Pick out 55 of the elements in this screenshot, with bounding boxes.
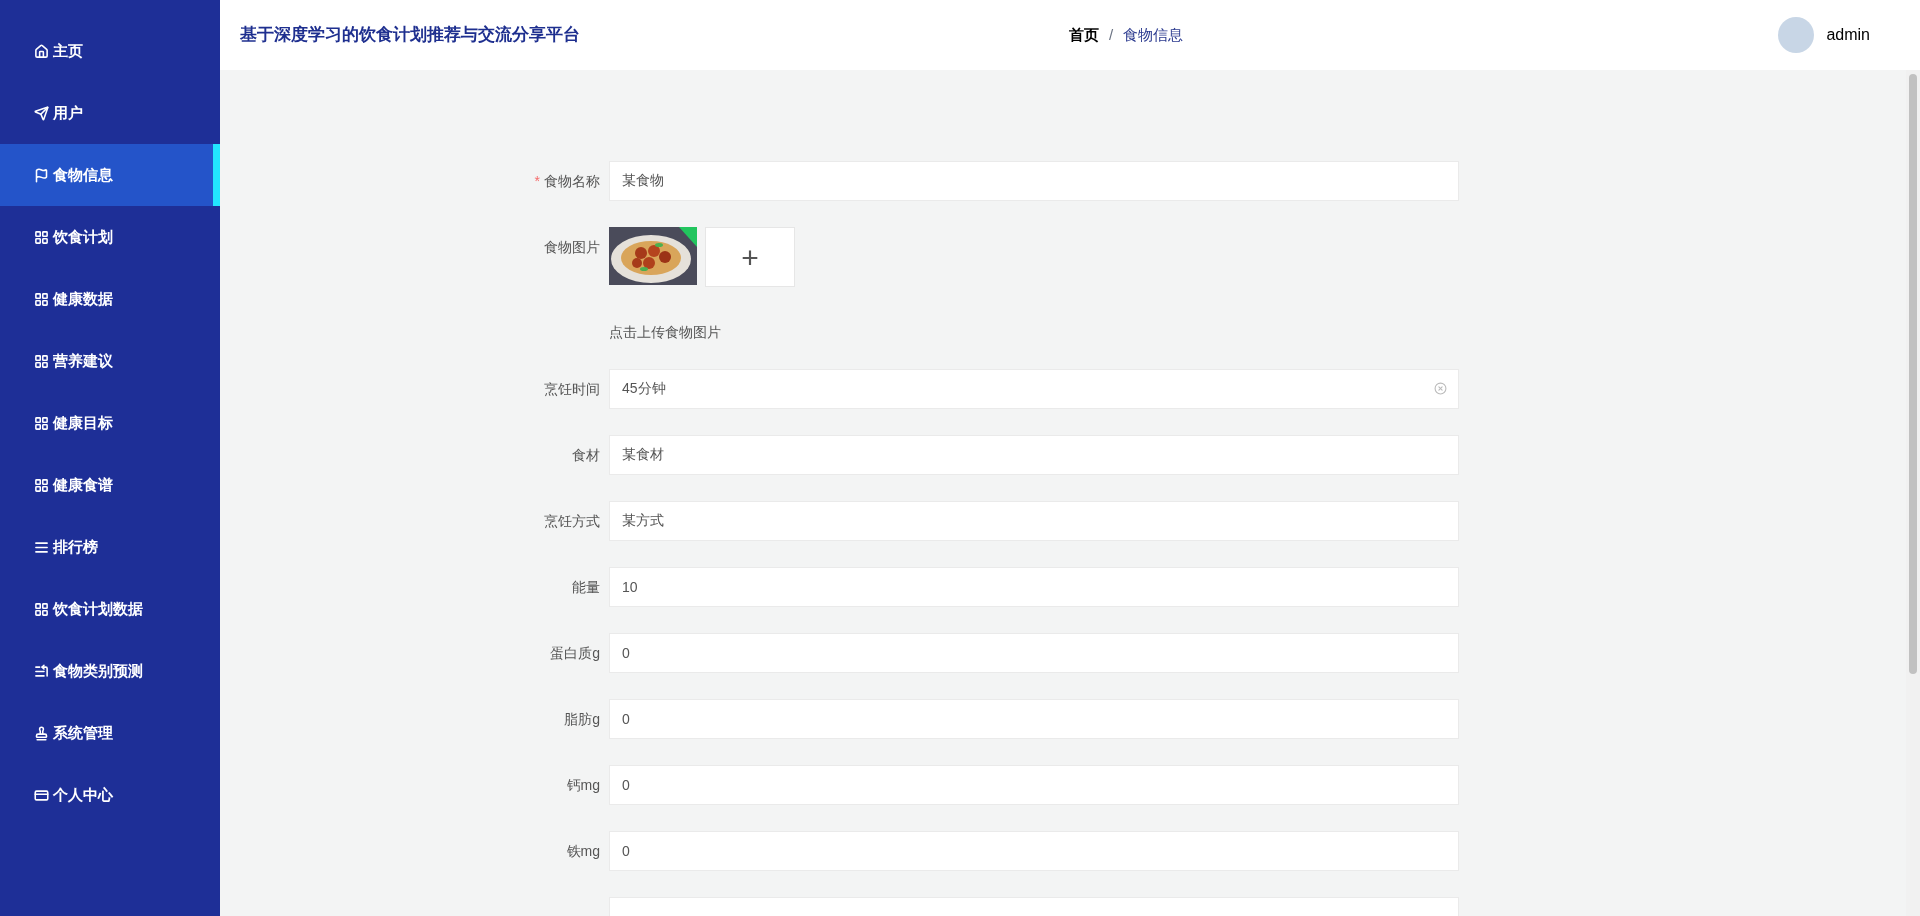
home-icon (34, 43, 49, 59)
sidebar-item[interactable]: 健康数据 (0, 268, 220, 330)
input-field[interactable]: 0 (609, 765, 1459, 805)
field-label: 食物名称 (544, 171, 600, 191)
sidebar-item[interactable]: 食物类别预测 (0, 640, 220, 702)
input-field[interactable]: 0 (609, 633, 1459, 673)
breadcrumb-link[interactable]: 首页 (1069, 23, 1099, 47)
list-icon (34, 663, 49, 679)
field-label: 钙mg (566, 775, 600, 795)
sidebar-item[interactable]: 健康食谱 (0, 454, 220, 516)
grid-icon (34, 229, 49, 245)
required-mark: * (534, 171, 540, 191)
input-field[interactable]: 某方式 (609, 501, 1459, 541)
grid-icon (34, 477, 49, 493)
stamp-icon (34, 725, 49, 741)
user-name[interactable]: admin (1826, 23, 1870, 47)
sidebar-item[interactable]: 饮食计划数据 (0, 578, 220, 640)
input-field[interactable]: 10 (609, 567, 1459, 607)
input-field[interactable]: 0 (609, 831, 1459, 871)
sidebar-item[interactable]: 食物信息 (0, 144, 220, 206)
input-field[interactable]: 45分钟 (609, 369, 1459, 409)
input-field[interactable]: 0 (609, 699, 1459, 739)
upload-hint: 点击上传食物图片 (609, 323, 722, 342)
field-label: 脂肪g (564, 709, 600, 729)
flag-icon (34, 167, 49, 183)
grid-icon (34, 601, 49, 617)
sidebar-item[interactable]: 饮食计划 (0, 206, 220, 268)
avatar-icon[interactable] (1778, 17, 1815, 53)
breadcrumb-separator: / (1109, 24, 1114, 45)
field-label: 蛋白质g (550, 643, 600, 663)
field-label: 烹饪时间 (544, 379, 600, 399)
grid-icon (34, 415, 49, 431)
sidebar-item[interactable]: 系统管理 (0, 702, 220, 764)
sidebar-item[interactable]: 排行榜 (0, 516, 220, 578)
breadcrumb-current: 食物信息 (1123, 24, 1184, 45)
field-label: 能量 (572, 577, 600, 597)
list-icon (34, 539, 49, 555)
field-label: 烹饪方式 (544, 511, 600, 531)
paper-plane-icon (34, 105, 49, 121)
grid-icon (34, 353, 49, 369)
field-label: 食物图片 (544, 238, 600, 257)
sidebar-item[interactable]: 用户 (0, 82, 220, 144)
sidebar-item[interactable]: 主页 (0, 20, 220, 82)
grid-icon (34, 291, 49, 307)
input-field[interactable]: 某食物 (609, 161, 1459, 201)
card-icon (34, 787, 49, 803)
sidebar-item[interactable]: 营养建议 (0, 330, 220, 392)
clear-icon[interactable] (1434, 382, 1447, 395)
app-title: 基于深度学习的饮食计划推荐与交流分享平台 (240, 24, 581, 47)
upload-button[interactable]: + (705, 227, 795, 287)
input-field[interactable]: 某食材 (609, 435, 1459, 475)
sidebar-item[interactable]: 健康目标 (0, 392, 220, 454)
field-label: 食材 (572, 445, 600, 465)
field-label: 铁mg (566, 841, 600, 861)
sidebar-item[interactable]: 个人中心 (0, 764, 220, 826)
